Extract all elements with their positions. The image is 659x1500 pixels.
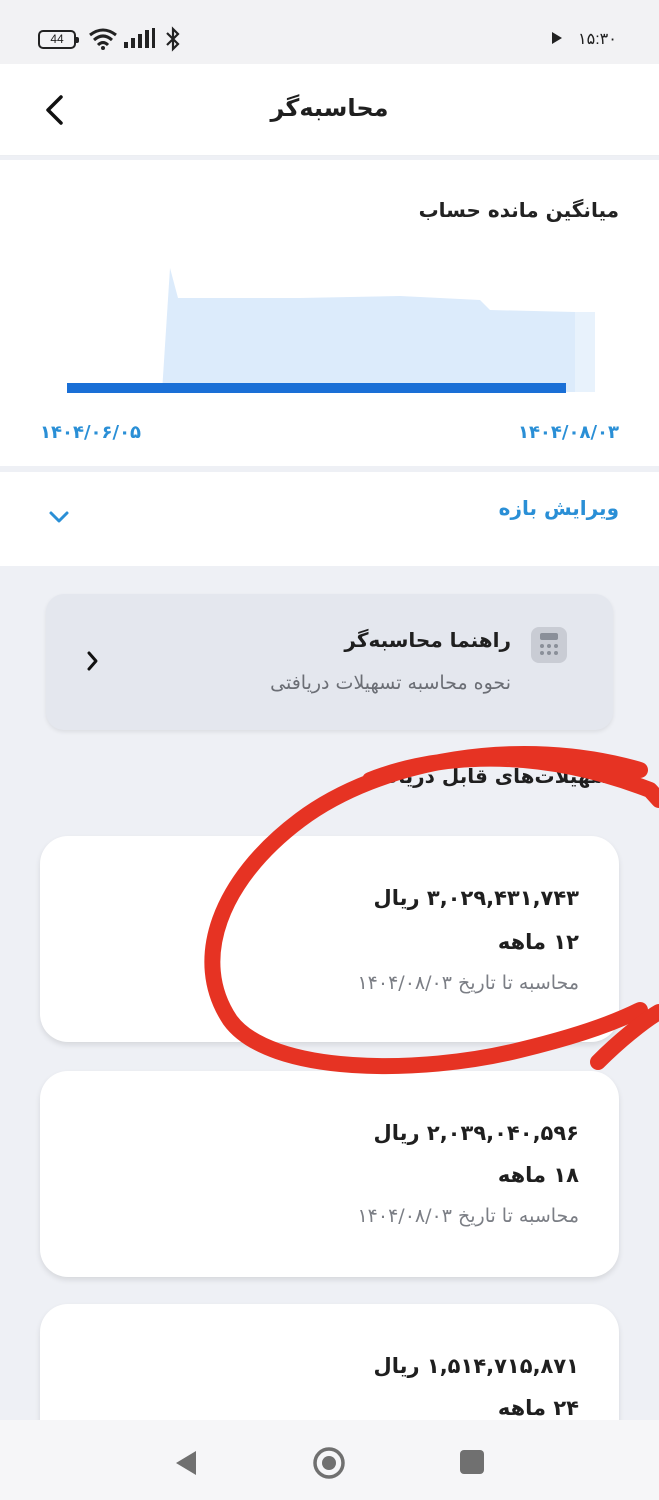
status-bar: 44 ۱۵:۳۰ bbox=[0, 0, 659, 64]
calculator-guide-card[interactable]: راهنما محاسبه‌گر نحوه محاسبه تسهیلات دری… bbox=[46, 594, 613, 730]
chart-start-date: ۱۴۰۴/۰۶/۰۵ bbox=[40, 422, 142, 443]
loan-term: ۱۲ ماهه bbox=[497, 930, 579, 954]
balance-chart-card: میانگین مانده حساب ۱۴۰۴/۰۶/۰۵ ۱۴۰۴/۰۸/۰۳ bbox=[0, 160, 659, 466]
app-header: محاسبه‌گر bbox=[0, 64, 659, 156]
signal-icon bbox=[124, 28, 155, 48]
loan-amount: ۳,۰۲۹,۴۳۱,۷۴۳ ریال bbox=[373, 886, 579, 910]
bluetooth-icon bbox=[166, 26, 180, 52]
balance-area-tail bbox=[575, 312, 595, 392]
loan-calc-date: محاسبه تا تاریخ ۱۴۰۴/۰۸/۰۳ bbox=[357, 972, 579, 994]
nav-recents-icon[interactable] bbox=[460, 1450, 484, 1474]
chart-end-date: ۱۴۰۴/۰۸/۰۳ bbox=[517, 422, 619, 443]
loan-term: ۲۴ ماهه bbox=[497, 1396, 579, 1420]
loan-amount: ۱,۵۱۴,۷۱۵,۸۷۱ ریال bbox=[373, 1354, 579, 1378]
play-icon bbox=[552, 32, 562, 44]
loan-amount: ۲,۰۳۹,۰۴۰,۵۹۶ ریال bbox=[373, 1121, 579, 1145]
nav-home-icon[interactable] bbox=[312, 1446, 346, 1480]
loan-card-12[interactable]: ۳,۰۲۹,۴۳۱,۷۴۳ ریال ۱۲ ماهه محاسبه تا تار… bbox=[40, 836, 619, 1042]
loan-term: ۱۸ ماهه bbox=[497, 1163, 579, 1187]
chevron-left-icon bbox=[87, 651, 98, 671]
chevron-down-icon bbox=[49, 511, 69, 523]
guide-title: راهنما محاسبه‌گر bbox=[344, 628, 511, 652]
page-title: محاسبه‌گر bbox=[270, 94, 389, 122]
balance-area bbox=[162, 268, 575, 392]
nav-back-icon[interactable] bbox=[174, 1449, 198, 1477]
edit-range-row[interactable]: ویرایش بازه bbox=[0, 472, 659, 566]
balance-bar bbox=[67, 383, 566, 393]
battery-icon: 44 bbox=[38, 30, 79, 49]
status-time: ۱۵:۳۰ bbox=[578, 31, 617, 48]
edit-range-label: ویرایش بازه bbox=[498, 496, 619, 520]
guide-subtitle: نحوه محاسبه تسهیلات دریافتی bbox=[270, 672, 511, 694]
wifi-icon bbox=[89, 28, 117, 50]
loan-card-18[interactable]: ۲,۰۳۹,۰۴۰,۵۹۶ ریال ۱۸ ماهه محاسبه تا تار… bbox=[40, 1071, 619, 1277]
loan-calc-date: محاسبه تا تاریخ ۱۴۰۴/۰۸/۰۳ bbox=[357, 1205, 579, 1227]
loans-section-title: تسهیلات‌های قابل دریافت bbox=[363, 764, 619, 788]
calculator-icon bbox=[531, 627, 567, 663]
system-nav-bar bbox=[0, 1420, 659, 1500]
balance-chart bbox=[67, 268, 595, 393]
